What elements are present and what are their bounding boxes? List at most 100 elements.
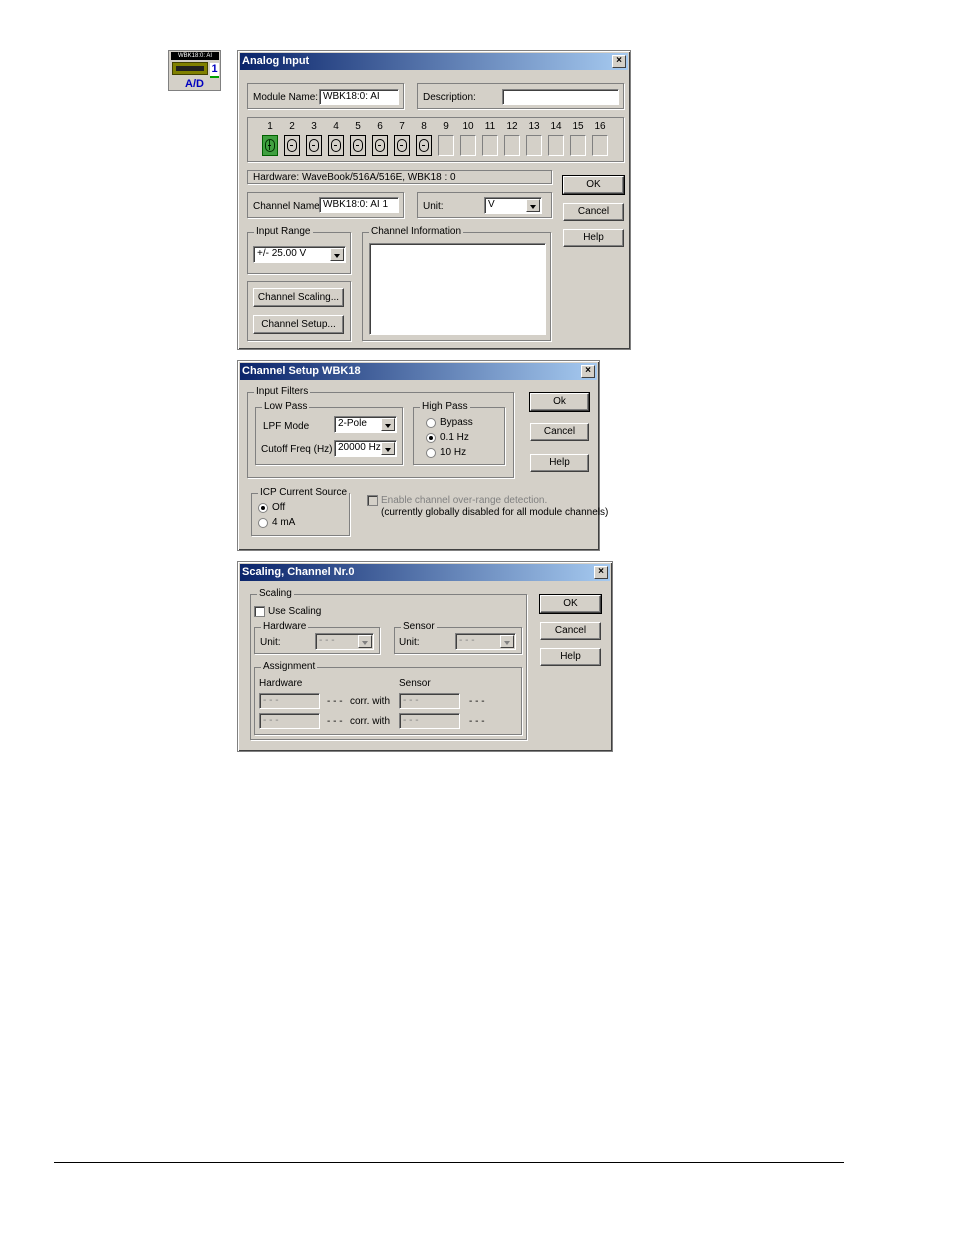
module-badge: 1 (210, 63, 219, 78)
row1-hardware-unit: - - - (327, 696, 343, 707)
analog-input-title: Analog Input (242, 55, 310, 67)
row2-sensor-unit: - - - (469, 716, 485, 727)
row2-corr-label: corr. with (350, 716, 391, 727)
channel-slot-empty[interactable] (592, 135, 608, 156)
close-icon[interactable]: × (594, 566, 608, 579)
input-range-combo[interactable]: +/- 25.00 V (253, 246, 346, 263)
row2-sensor-input[interactable]: - - - (399, 713, 460, 729)
overrange-checkbox[interactable] (367, 495, 378, 506)
channel-connector-icon[interactable] (394, 135, 410, 156)
unit-combo[interactable]: V (484, 197, 542, 214)
channel-connector-icon[interactable] (306, 135, 322, 156)
chevron-down-icon[interactable] (500, 635, 514, 648)
channel-number: 2 (289, 121, 295, 132)
high-pass-radio[interactable] (426, 448, 436, 458)
channel-number: 5 (355, 121, 361, 132)
unit-value: V (488, 199, 495, 210)
channel-slot-empty[interactable] (570, 135, 586, 156)
ok-button[interactable]: Ok (529, 392, 590, 412)
icp-group: ICP Current Source (251, 487, 350, 536)
row1-corr-label: corr. with (350, 696, 391, 707)
channel-number: 15 (572, 121, 584, 132)
channel-connector-icon[interactable] (328, 135, 344, 156)
high-pass-option-label: 0.1 Hz (440, 432, 469, 443)
sensor-unit-combo[interactable]: - - - (455, 633, 516, 650)
cancel-button[interactable]: Cancel (563, 203, 624, 221)
row1-sensor-input[interactable]: - - - (399, 693, 460, 709)
help-button[interactable]: Help (563, 229, 624, 247)
input-range-label: Input Range (254, 226, 313, 238)
channel-slot-empty[interactable] (548, 135, 564, 156)
help-button[interactable]: Help (530, 454, 589, 472)
module-name-input[interactable]: WBK18:0: AI (319, 89, 399, 105)
channel-slot-empty[interactable] (460, 135, 476, 156)
connector-ring-icon (419, 139, 429, 152)
icp-radio[interactable] (258, 518, 268, 528)
input-range-value: +/- 25.00 V (257, 248, 307, 259)
channel-number: 16 (594, 121, 606, 132)
chevron-down-icon[interactable] (381, 442, 395, 455)
channel-connector-icon[interactable] (262, 135, 278, 156)
use-scaling-checkbox[interactable] (254, 606, 265, 617)
connector-ring-icon (287, 139, 297, 152)
chevron-down-icon[interactable] (330, 248, 344, 261)
channel-setup-button[interactable]: Channel Setup... (253, 315, 344, 334)
channel-number: 7 (399, 121, 405, 132)
connector-ring-icon (265, 139, 275, 152)
chevron-down-icon[interactable] (526, 199, 540, 212)
page-rule (54, 1162, 844, 1163)
high-pass-radio[interactable] (426, 433, 436, 443)
description-label: Description: (423, 92, 476, 103)
cutoff-freq-label: Cutoff Freq (Hz) (261, 444, 333, 455)
cutoff-freq-value: 20000 Hz (338, 442, 381, 453)
lpf-mode-combo[interactable]: 2-Pole (334, 416, 397, 433)
close-icon[interactable]: × (581, 365, 595, 378)
module-icon-top-label: WBK18:0: AI (171, 52, 219, 60)
hardware-unit-value: - - - (319, 635, 335, 646)
chevron-down-icon[interactable] (358, 635, 372, 648)
high-pass-option-label: Bypass (440, 417, 473, 428)
module-icon[interactable]: WBK18:0: AI 1 A/D (168, 50, 221, 91)
channel-slot-empty[interactable] (438, 135, 454, 156)
assign-hardware-label: Hardware (259, 678, 303, 689)
channel-scaling-button[interactable]: Channel Scaling... (253, 288, 344, 307)
channel-number: 1 (267, 121, 273, 132)
help-button[interactable]: Help (540, 648, 601, 666)
chevron-down-icon[interactable] (381, 418, 395, 431)
board-icon (172, 62, 208, 75)
cutoff-freq-combo[interactable]: 20000 Hz (334, 440, 397, 457)
scaling-label: Scaling (257, 588, 294, 600)
channel-information-label: Channel Information (369, 226, 464, 238)
connector-ring-icon (353, 139, 363, 152)
channel-number: 6 (377, 121, 383, 132)
channel-name-input[interactable]: WBK18:0: AI 1 (319, 197, 399, 213)
channel-slot-empty[interactable] (504, 135, 520, 156)
channel-number: 14 (550, 121, 562, 132)
row1-hardware-input[interactable]: - - - (259, 693, 320, 709)
channel-connector-icon[interactable] (284, 135, 300, 156)
channel-connector-icon[interactable] (372, 135, 388, 156)
hardware-unit-combo[interactable]: - - - (315, 633, 374, 650)
high-pass-label: High Pass (420, 401, 470, 413)
icp-radio[interactable] (258, 503, 268, 513)
description-input[interactable] (502, 89, 619, 105)
channel-setup-titlebar: Channel Setup WBK18 × (240, 363, 597, 380)
icp-option-label: Off (272, 502, 286, 513)
hardware-value: WaveBook/516A/516E, WBK18 : 0 (302, 172, 456, 183)
channel-slot-empty[interactable] (526, 135, 542, 156)
channel-slot-empty[interactable] (482, 135, 498, 156)
module-name-label: Module Name: (253, 92, 319, 103)
unit-label: Unit: (423, 201, 444, 212)
module-icon-bottom-label: A/D (185, 78, 204, 90)
hardware-unit-label: Unit: (260, 637, 281, 648)
channel-connector-icon[interactable] (350, 135, 366, 156)
high-pass-radio[interactable] (426, 418, 436, 428)
cancel-button[interactable]: Cancel (530, 423, 589, 441)
ok-button[interactable]: OK (539, 594, 602, 614)
close-icon[interactable]: × (612, 55, 626, 68)
channel-connector-icon[interactable] (416, 135, 432, 156)
cancel-button[interactable]: Cancel (540, 622, 601, 640)
ok-button[interactable]: OK (562, 175, 625, 195)
sensor-unit-value: - - - (459, 635, 475, 646)
row2-hardware-input[interactable]: - - - (259, 713, 320, 729)
